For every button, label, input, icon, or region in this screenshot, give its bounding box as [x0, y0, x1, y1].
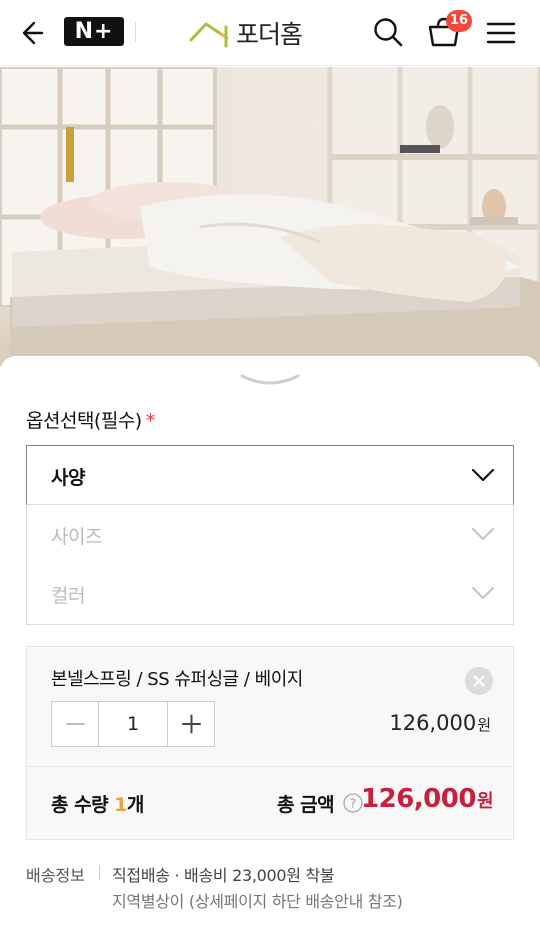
select-size-label: 사이즈 — [51, 526, 102, 548]
option-title-text: 옵션선택(필수) — [26, 410, 142, 432]
quantity-value[interactable]: 1 — [99, 702, 167, 746]
item-price-value: 126,000 — [389, 711, 477, 735]
close-icon — [473, 675, 485, 687]
divider — [99, 865, 100, 880]
sheet-collapse-chevron-icon[interactable] — [240, 372, 300, 388]
house-logo-icon — [189, 22, 229, 48]
required-mark: * — [145, 410, 156, 432]
nplus-logo[interactable]: N+ — [64, 17, 124, 46]
chevron-down-icon — [472, 528, 494, 540]
shipping-note-text: 지역별상이 (상세페이지 하단 배송안내 참조) — [112, 892, 403, 911]
total-qty-suffix: 개 — [126, 794, 144, 816]
quantity-decrease-button[interactable] — [52, 702, 99, 746]
total-quantity: 총 수량 1개 — [51, 790, 144, 817]
brand-logo[interactable]: 포더홈 — [188, 16, 303, 50]
total-amount-value: 126,000 — [361, 784, 476, 814]
shipping-method-text: 직접배송 · 배송비 23,000원 착불 — [112, 866, 335, 885]
svg-text:?: ? — [350, 797, 356, 811]
chevron-down-icon — [471, 468, 495, 482]
minus-icon — [66, 723, 85, 725]
select-size[interactable]: 사이즈 — [26, 505, 514, 565]
shipping-info-label: 배송정보 — [26, 866, 85, 885]
selected-item-price: 126,000원 — [389, 711, 491, 735]
plus-icon — [182, 714, 201, 734]
quantity-increase-button[interactable] — [167, 702, 214, 746]
item-price-unit: 원 — [477, 716, 491, 734]
back-arrow-icon[interactable] — [18, 17, 50, 49]
remove-item-button[interactable] — [465, 667, 493, 695]
top-nav-bar: N+ 포더홈 16 — [0, 0, 540, 66]
select-spec-label: 사양 — [51, 467, 85, 489]
selected-item-name: 본넬스프링 / SS 슈퍼싱글 / 베이지 — [51, 669, 303, 690]
chevron-down-icon — [472, 587, 494, 599]
quantity-stepper: 1 — [51, 701, 215, 747]
product-hero-image — [0, 67, 540, 367]
select-color-label: 컬러 — [51, 585, 85, 607]
divider — [27, 766, 513, 767]
selected-item-box: 본넬스프링 / SS 슈퍼싱글 / 베이지 1 126,000원 총 수량 1개… — [26, 646, 514, 840]
total-qty-prefix: 총 수량 — [51, 794, 115, 816]
header-divider — [135, 22, 136, 42]
cart-count-badge: 16 — [446, 10, 473, 32]
hamburger-menu-icon[interactable] — [486, 18, 516, 48]
select-color[interactable]: 컬러 — [26, 564, 514, 625]
total-amount: 126,000원 — [361, 784, 493, 814]
search-icon[interactable] — [372, 16, 404, 48]
total-qty-value: 1 — [114, 794, 127, 816]
option-bottom-sheet: 옵션선택(필수) * 사양 사이즈 컬러 본넬스프링 / SS 슈퍼싱글 / 베이… — [0, 356, 540, 930]
total-amount-label: 총 금액 — [277, 794, 335, 816]
brand-name: 포더홈 — [236, 20, 303, 49]
total-amount-unit: 원 — [476, 791, 494, 812]
question-help-icon[interactable]: ? — [343, 793, 363, 813]
select-spec[interactable]: 사양 — [26, 445, 514, 505]
option-section-title: 옵션선택(필수) * — [26, 406, 155, 433]
